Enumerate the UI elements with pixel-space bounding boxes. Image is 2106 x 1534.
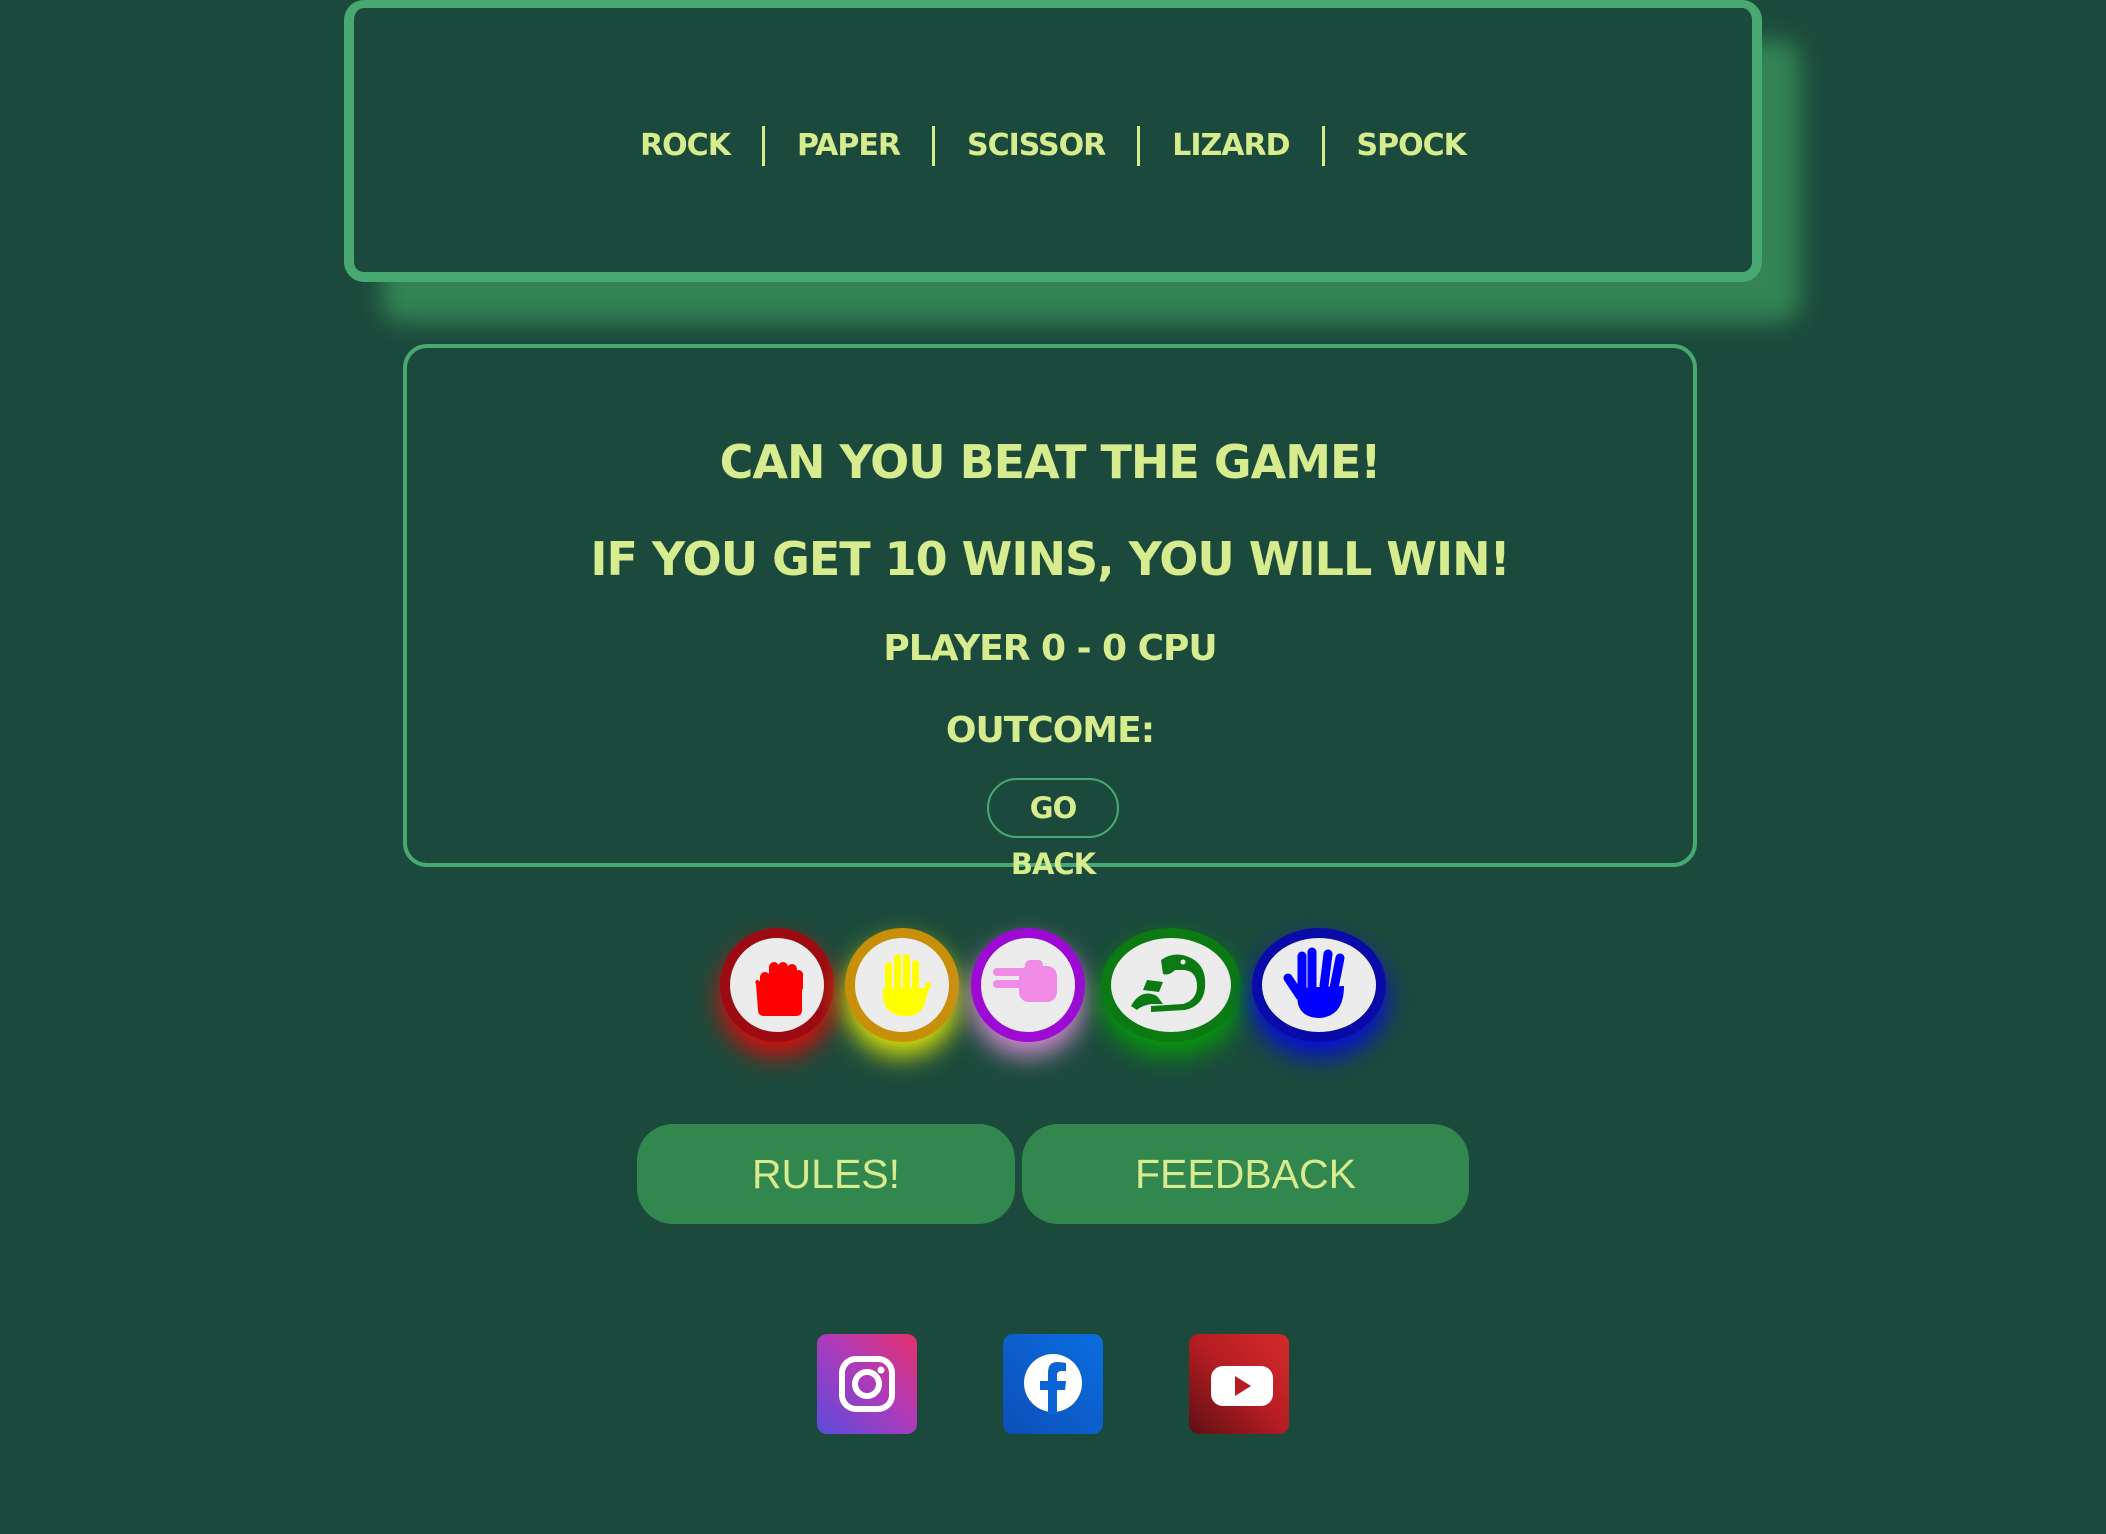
feedback-button[interactable]: FEEDBACK bbox=[1022, 1124, 1469, 1224]
facebook-link[interactable] bbox=[1003, 1334, 1103, 1434]
go-back-button[interactable]: GO BACK bbox=[987, 778, 1119, 881]
header-nav-box: ROCK PAPER SCISSOR LIZARD SPOCK bbox=[344, 0, 1762, 282]
spock-button[interactable] bbox=[1252, 928, 1386, 1042]
lizard-button[interactable] bbox=[1101, 928, 1241, 1042]
open-hand-icon bbox=[883, 954, 931, 1016]
outcome-label: OUTCOME: bbox=[945, 710, 1155, 751]
instagram-icon bbox=[839, 1356, 895, 1412]
score-display: PLAYER 0 - 0 CPU bbox=[883, 628, 1217, 669]
youtube-link[interactable] bbox=[1189, 1334, 1289, 1434]
facebook-icon bbox=[1024, 1354, 1082, 1414]
rules-button[interactable]: RULES! bbox=[637, 1124, 1015, 1224]
instagram-link[interactable] bbox=[817, 1334, 917, 1434]
lizard-icon bbox=[1131, 954, 1206, 1012]
pointing-hand-icon bbox=[993, 960, 1057, 1002]
fist-icon bbox=[755, 962, 803, 1016]
game-subheading: IF YOU GET 10 WINS, YOU WILL WIN! bbox=[590, 532, 1510, 586]
game-heading: CAN YOU BEAT THE GAME! bbox=[719, 435, 1382, 489]
nav-item-scissor[interactable]: SCISSOR bbox=[935, 126, 1137, 166]
scissor-button[interactable] bbox=[971, 928, 1085, 1042]
rock-button[interactable] bbox=[720, 928, 834, 1042]
nav-item-spock[interactable]: SPOCK bbox=[1325, 126, 1498, 166]
nav-item-rock[interactable]: ROCK bbox=[608, 126, 762, 166]
nav-item-paper[interactable]: PAPER bbox=[765, 126, 932, 166]
nav-item-lizard[interactable]: LIZARD bbox=[1140, 126, 1321, 166]
nav-bar: ROCK PAPER SCISSOR LIZARD SPOCK bbox=[354, 126, 1752, 166]
vulcan-salute-icon bbox=[1283, 947, 1345, 1018]
game-panel: CAN YOU BEAT THE GAME! IF YOU GET 10 WIN… bbox=[403, 344, 1697, 881]
youtube-icon bbox=[1211, 1366, 1273, 1406]
paper-button[interactable] bbox=[845, 928, 959, 1042]
